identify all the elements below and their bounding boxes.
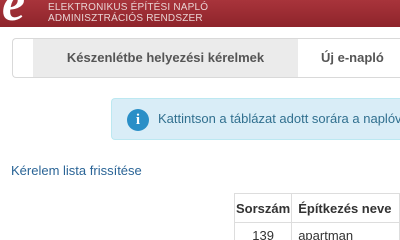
column-header-number[interactable]: Sorszám	[233, 193, 293, 223]
table-cell-number[interactable]: 139	[233, 222, 293, 240]
app-title-line2: ADMINISZTRÁCIÓS RENDSZER	[48, 13, 203, 24]
tab-standby-requests[interactable]: Készenlétbe helyezési kérelmek	[33, 39, 298, 77]
refresh-request-list-link[interactable]: Kérelem lista frissítése	[11, 163, 142, 178]
app-header: e ELEKTRONIKUS ÉPÍTÉSI NAPLÓ ADMINISZTRÁ…	[0, 0, 400, 27]
info-alert-text: Kattintson a táblázat adott sorára a nap…	[158, 111, 400, 126]
table-cell-site-name[interactable]: apartman	[291, 222, 400, 240]
requests-table: Sorszám Építkezés neve 139 apartman	[233, 193, 400, 240]
tab-bar: Készenlétbe helyezési kérelmek Új e-napl…	[12, 38, 400, 78]
column-header-site-name[interactable]: Építkezés neve	[291, 193, 400, 223]
info-alert: i Kattintson a táblázat adott sorára a n…	[111, 98, 400, 140]
table-header-row: Sorszám Építkezés neve	[233, 193, 400, 223]
table-row[interactable]: 139 apartman	[233, 222, 400, 240]
page: e ELEKTRONIKUS ÉPÍTÉSI NAPLÓ ADMINISZTRÁ…	[0, 0, 400, 240]
info-icon: i	[127, 109, 149, 131]
app-title-line1: ELEKTRONIKUS ÉPÍTÉSI NAPLÓ	[48, 2, 209, 13]
tab-new-e-diary[interactable]: Új e-napló	[321, 39, 384, 77]
app-logo[interactable]: e	[2, 0, 25, 27]
